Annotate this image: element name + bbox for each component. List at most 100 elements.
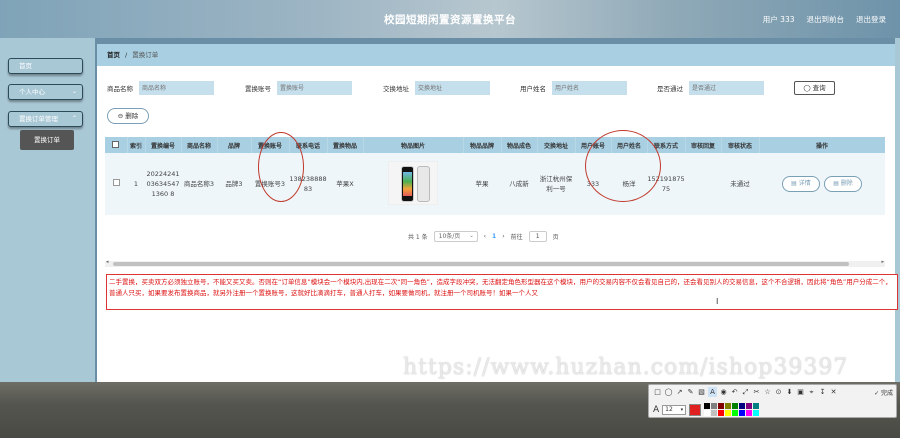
- color-swatch[interactable]: [704, 403, 711, 409]
- color-swatch[interactable]: [739, 410, 746, 416]
- column-header: 置换编号: [145, 137, 182, 153]
- column-header: 审核回复: [685, 137, 722, 153]
- detail-button[interactable]: ▤ 详情: [781, 176, 820, 192]
- cell-address: 浙江杭州保利一号: [537, 153, 575, 215]
- undo-icon[interactable]: ↶: [730, 387, 739, 397]
- sidebar-item-home[interactable]: 首页: [8, 58, 83, 74]
- batch-delete-button[interactable]: ⊖ 删除: [107, 108, 149, 124]
- arrow-tool-icon[interactable]: ↗: [675, 387, 684, 397]
- copy-icon[interactable]: ▣: [796, 387, 805, 397]
- star-icon[interactable]: ☆: [763, 387, 772, 397]
- scroll-right-icon[interactable]: ▸: [881, 259, 884, 265]
- annotation-circle: [585, 130, 661, 202]
- chevron-up-icon: ⌃: [71, 115, 77, 122]
- pen-tool-icon[interactable]: ✎: [686, 387, 695, 397]
- column-header: 物品成色: [501, 137, 538, 153]
- query-button[interactable]: ◯ 查询: [794, 81, 835, 95]
- page-number[interactable]: 1: [492, 233, 496, 240]
- cell-status: 未通过: [721, 153, 759, 215]
- iphone-product-photo[interactable]: [388, 160, 438, 205]
- color-swatch[interactable]: [704, 410, 711, 416]
- rectangle-tool-icon[interactable]: □: [653, 387, 662, 397]
- annotation-textbox[interactable]: 二手置换，买卖双方必须独立账号，不能又买又卖。否则在“订单信息”模块会一个模块内…: [106, 274, 898, 310]
- color-swatch[interactable]: [753, 403, 760, 409]
- column-header: 物品图片: [363, 137, 464, 153]
- color-swatch[interactable]: [718, 410, 725, 416]
- sidebar-item-order-management[interactable]: 置换订单管理 ⌃: [8, 111, 83, 127]
- color-swatch[interactable]: [732, 410, 739, 416]
- resize-icon[interactable]: ⤢: [741, 387, 750, 397]
- marker-tool-icon[interactable]: ◉: [719, 387, 728, 397]
- chevron-down-icon: ⌄: [469, 232, 474, 239]
- cell-swap-number: 20224241036345471360 8: [145, 153, 181, 215]
- save-icon[interactable]: ↧: [818, 387, 827, 397]
- scroll-left-icon[interactable]: ◂: [106, 259, 109, 265]
- cell-item-brand: 苹果: [463, 153, 501, 215]
- color-swatch[interactable]: [732, 403, 739, 409]
- back-to-front-link[interactable]: 退出到前台: [807, 14, 845, 25]
- swap-account-input[interactable]: [277, 81, 352, 95]
- horizontal-scrollbar[interactable]: ◂ ▸: [105, 259, 885, 267]
- annotation-circle: [258, 132, 304, 202]
- main-panel: 首页/置换订单 商品名称 置换账号 交换地址 用户姓名 是否通过 ◯ 查询 ⊖ …: [97, 44, 895, 382]
- next-page-button[interactable]: ›: [502, 233, 504, 240]
- row-checkbox[interactable]: [112, 179, 120, 186]
- column-header: 置换物品: [327, 137, 364, 153]
- color-swatch[interactable]: [739, 403, 746, 409]
- cell-swap-item: 苹果X: [327, 153, 363, 215]
- approved-input[interactable]: [689, 81, 764, 95]
- mosaic-tool-icon[interactable]: ▧: [697, 387, 706, 397]
- target-icon[interactable]: ⌖: [807, 387, 816, 397]
- color-swatch[interactable]: [725, 410, 732, 416]
- table-header-row: 索引 置换编号 商品名称 品牌 置换账号 联系电话 置换物品 物品图片 物品品牌…: [105, 137, 885, 153]
- logout-link[interactable]: 退出登录: [856, 14, 886, 25]
- close-icon[interactable]: ✕: [829, 387, 838, 397]
- scissors-icon[interactable]: ✂: [752, 387, 761, 397]
- download-icon[interactable]: ⬇: [785, 387, 794, 397]
- search-label-user-name: 用户姓名: [520, 85, 546, 93]
- color-swatch[interactable]: [746, 410, 753, 416]
- pin-icon[interactable]: ⊙: [774, 387, 783, 397]
- checkbox[interactable]: [112, 140, 120, 148]
- breadcrumb-home[interactable]: 首页: [107, 51, 120, 59]
- color-swatch[interactable]: [718, 403, 725, 409]
- done-button[interactable]: ✓ 完成: [874, 388, 893, 397]
- user-name-input[interactable]: [552, 81, 627, 95]
- row-delete-button[interactable]: ▤ 删除: [824, 176, 863, 192]
- product-name-input[interactable]: [139, 81, 214, 95]
- color-swatch[interactable]: [725, 403, 732, 409]
- sidebar-item-label: 置换订单管理: [19, 115, 58, 123]
- sidebar-item-personal[interactable]: 个人中心 ⌄: [8, 84, 83, 100]
- cell-brand: 品牌3: [217, 153, 251, 215]
- color-swatch[interactable]: [746, 403, 753, 409]
- prev-page-button[interactable]: ‹: [484, 233, 486, 240]
- goto-label: 前往: [510, 233, 523, 241]
- column-header: 审核状态: [721, 137, 760, 153]
- ellipse-tool-icon[interactable]: ◯: [664, 387, 673, 397]
- color-swatch[interactable]: [711, 403, 718, 409]
- page-size-value: 10条/页: [438, 232, 461, 240]
- text-tool-icon[interactable]: A: [708, 387, 717, 397]
- text-cursor-icon: I: [716, 297, 719, 306]
- column-header: 操作: [759, 137, 885, 153]
- breadcrumb: 首页 / 置换订单: [97, 44, 895, 66]
- font-size-select[interactable]: 12 ▾: [662, 404, 687, 415]
- table-row[interactable]: 1 20224241036345471360 8 商品名称3 品牌3 置换账号3…: [105, 153, 885, 215]
- goto-page-input[interactable]: 1: [528, 230, 547, 242]
- toolbar-tools: □ ◯ ↗ ✎ ▧ A ◉ ↶ ⤢ ✂ ☆ ⊙ ⬇ ▣ ⌖ ↧ ✕: [653, 387, 838, 397]
- column-header: 商品名称: [181, 137, 218, 153]
- search-bar: 商品名称 置换账号 交换地址 用户姓名 是否通过 ◯ 查询: [97, 81, 895, 97]
- current-color-swatch[interactable]: [689, 403, 702, 416]
- header-select-all[interactable]: [105, 137, 128, 153]
- color-swatch[interactable]: [711, 410, 718, 416]
- sidebar-subitem-orders[interactable]: 置换订单: [20, 130, 74, 150]
- cell-product-name: 商品名称3: [181, 153, 217, 215]
- column-header: 索引: [127, 137, 146, 153]
- scrollbar-thumb[interactable]: [113, 262, 849, 266]
- breadcrumb-current: 置换订单: [132, 51, 159, 59]
- address-input[interactable]: [415, 81, 490, 95]
- pagination: 共 1 条 10条/页 ⌄ ‹ 1 › 前往 1 页: [408, 230, 559, 242]
- toolbar-text-options: A 12 ▾: [653, 403, 760, 416]
- page-size-select[interactable]: 10条/页 ⌄: [433, 230, 478, 242]
- color-swatch[interactable]: [753, 410, 760, 416]
